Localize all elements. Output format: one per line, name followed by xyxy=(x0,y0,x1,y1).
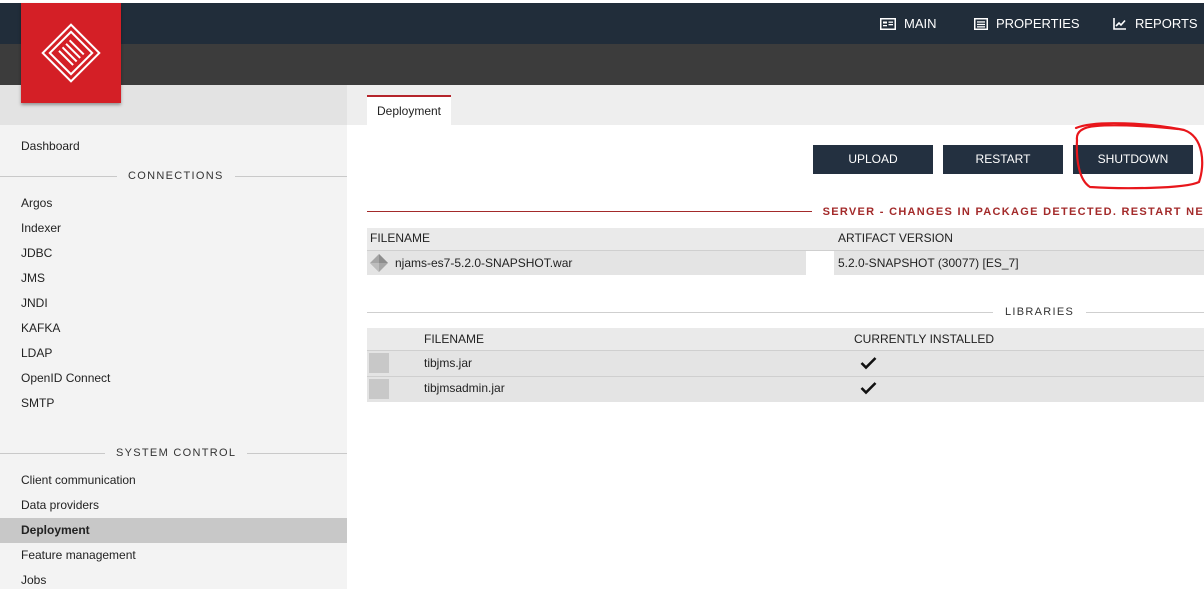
check-icon xyxy=(860,381,877,398)
section-divider xyxy=(0,175,117,177)
libraries-table-header: FILENAME CURRENTLY INSTALLED xyxy=(367,328,1204,350)
logo-icon xyxy=(41,23,101,83)
column-header-artifact-version: ARTIFACT VERSION xyxy=(838,231,953,245)
table-row xyxy=(367,351,1204,376)
nav-properties[interactable]: PROPERTIES xyxy=(974,3,1080,44)
sidebar-item-client-communication[interactable]: Client communication xyxy=(0,468,347,493)
nav-reports-label: REPORTS xyxy=(1135,16,1198,31)
sidebar-item-argos[interactable]: Argos xyxy=(0,191,347,216)
tab-deployment[interactable]: Deployment xyxy=(367,95,451,125)
package-filename: njams-es7-5.2.0-SNAPSHOT.war xyxy=(395,256,573,270)
sidebar-item-smtp[interactable]: SMTP xyxy=(0,391,347,416)
nav-reports[interactable]: REPORTS xyxy=(1113,3,1198,44)
section-divider xyxy=(367,311,993,313)
restart-alert: SERVER - CHANGES IN PACKAGE DETECTED. RE… xyxy=(367,204,1204,219)
sidebar-item-jndi[interactable]: JNDI xyxy=(0,291,347,316)
column-header-filename: FILENAME xyxy=(424,332,485,346)
reports-icon xyxy=(1113,17,1127,30)
check-icon xyxy=(860,356,877,373)
properties-icon xyxy=(974,17,988,30)
sidebar-item-data-providers[interactable]: Data providers xyxy=(0,493,347,518)
package-version: 5.2.0-SNAPSHOT (30077) [ES_7] xyxy=(838,256,1019,270)
section-title-connections: CONNECTIONS xyxy=(128,170,224,182)
sidebar-item-ldap[interactable]: LDAP xyxy=(0,341,347,366)
alert-divider xyxy=(367,211,812,212)
column-header-currently-installed: CURRENTLY INSTALLED xyxy=(854,332,995,346)
sidebar-item-kafka[interactable]: KAFKA xyxy=(0,316,347,341)
sidebar-item-openid-connect[interactable]: OpenID Connect xyxy=(0,366,347,391)
package-icon xyxy=(369,253,389,276)
section-divider xyxy=(1086,311,1204,313)
sidebar-item-deployment[interactable]: Deployment xyxy=(0,518,347,543)
nav-main-label: MAIN xyxy=(904,16,937,31)
sidebar-item-indexer[interactable]: Indexer xyxy=(0,216,347,241)
sidebar-section-system-control: SYSTEM CONTROL xyxy=(0,446,347,460)
libraries-section: LIBRARIES xyxy=(367,305,1204,319)
shutdown-button[interactable]: SHUTDOWN xyxy=(1073,145,1193,174)
sidebar-item-jdbc[interactable]: JDBC xyxy=(0,241,347,266)
nav-main[interactable]: MAIN xyxy=(880,3,937,44)
libraries-title: LIBRARIES xyxy=(1005,306,1075,318)
content-tab-bar xyxy=(347,85,1204,125)
sidebar-item-dashboard[interactable]: Dashboard xyxy=(0,134,347,159)
sidebar-item-jobs[interactable]: Jobs xyxy=(0,568,347,589)
section-divider xyxy=(0,452,105,454)
upload-button[interactable]: UPLOAD xyxy=(813,145,933,174)
main-icon xyxy=(880,17,896,30)
library-filename: tibjmsadmin.jar xyxy=(424,381,505,395)
row-select-box[interactable] xyxy=(369,353,389,373)
restart-button[interactable]: RESTART xyxy=(943,145,1063,174)
section-divider xyxy=(247,452,347,454)
column-header-filename: FILENAME xyxy=(370,231,431,245)
sidebar-item-feature-management[interactable]: Feature management xyxy=(0,543,347,568)
alert-message: SERVER - CHANGES IN PACKAGE DETECTED. RE… xyxy=(822,205,1204,218)
section-divider xyxy=(234,175,347,177)
app-root: MAIN PROPERTIES REPORTS Dashboard CONNEC… xyxy=(0,0,1204,589)
library-filename: tibjms.jar xyxy=(424,356,473,370)
section-title-system-control: SYSTEM CONTROL xyxy=(116,447,237,459)
sidebar-section-connections: CONNECTIONS xyxy=(0,169,347,183)
row-select-box[interactable] xyxy=(369,379,389,399)
package-table-header: FILENAME ARTIFACT VERSION xyxy=(367,228,1204,250)
sidebar-item-jms[interactable]: JMS xyxy=(0,266,347,291)
app-logo[interactable] xyxy=(21,3,121,103)
sub-header-bar xyxy=(0,44,1204,85)
nav-properties-label: PROPERTIES xyxy=(996,16,1080,31)
